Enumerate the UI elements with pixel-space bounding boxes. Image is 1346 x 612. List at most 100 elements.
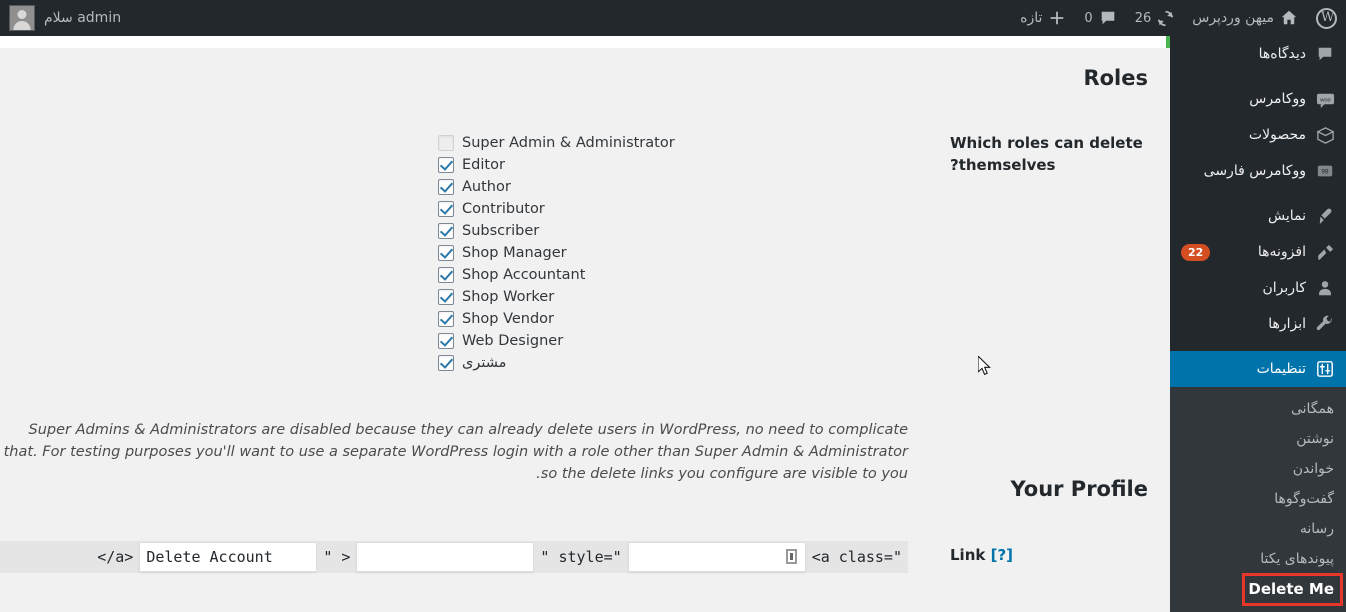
submenu-item-2[interactable]: خواندن — [1170, 454, 1346, 484]
plugins-update-badge: 22 — [1181, 243, 1211, 261]
role-row: Shop Accountant — [438, 264, 675, 286]
sidebar-item-8[interactable]: تنظیمات — [1162, 351, 1346, 387]
submenu-item-4[interactable]: رسانه — [1170, 514, 1346, 544]
updates-icon — [1157, 10, 1174, 27]
role-row: Subscriber — [438, 220, 675, 242]
help-question-icon[interactable]: [?] — [991, 546, 1013, 564]
role-row: Contributor — [438, 198, 675, 220]
sidebar-item-label: دیدگاه‌ها — [1258, 46, 1306, 62]
sidebar-item-0[interactable]: دیدگاه‌ها — [1170, 36, 1346, 72]
settings-sliders-icon — [1315, 359, 1335, 379]
role-row: Editor — [438, 154, 675, 176]
link-label-text: Link — [950, 546, 986, 564]
products-box-icon — [1315, 125, 1335, 145]
role-label: Contributor — [462, 201, 545, 217]
role-label: Web Designer — [462, 333, 564, 349]
menu-separator — [1170, 72, 1346, 81]
code-open-tag: <a class=" — [805, 541, 908, 573]
admin-bar-updates[interactable]: 26 — [1126, 0, 1184, 36]
sidebar-item-1[interactable]: woo ووکامرس — [1170, 81, 1346, 117]
role-row: Shop Vendor — [438, 308, 675, 330]
role-checkbox-1[interactable] — [438, 157, 454, 173]
link-field-label: [?] Link — [950, 544, 1148, 566]
admin-bar-wp-logo[interactable] — [1307, 0, 1346, 36]
role-label: Shop Accountant — [462, 267, 586, 283]
admin-bar-site-name[interactable]: میهن وردپرس — [1183, 0, 1307, 36]
link-class-input[interactable] — [627, 542, 806, 572]
role-checkbox-7[interactable] — [438, 289, 454, 305]
admin-menu-list: دیدگاه‌ها woo ووکامرس محصولات 99 ووکامرس فارس… — [1162, 36, 1346, 387]
role-label: Author — [462, 179, 511, 195]
sidebar-item-4[interactable]: نمایش — [1170, 198, 1346, 234]
role-checkbox-10[interactable] — [438, 355, 454, 371]
role-checkbox-5[interactable] — [438, 245, 454, 261]
appearance-brush-icon — [1315, 206, 1335, 226]
avatar-icon — [9, 5, 35, 31]
svg-text:woo: woo — [1319, 97, 1330, 103]
submenu-item-0[interactable]: همگانی — [1170, 394, 1346, 424]
updates-count: 26 — [1134, 10, 1152, 26]
site-name-label: میهن وردپرس — [1192, 10, 1274, 26]
tools-wrench-icon — [1315, 314, 1335, 334]
link-text-input[interactable] — [139, 542, 318, 572]
sidebar-item-label: ابزارها — [1268, 316, 1306, 332]
plus-icon — [1048, 9, 1066, 27]
role-row: Author — [438, 176, 675, 198]
screen-root: ●● ●●●●●●●●●● Roles Which roles can dele… — [0, 0, 1346, 612]
admin-bar-comments[interactable]: 0 — [1075, 0, 1125, 36]
comment-bubble-icon — [1315, 44, 1335, 64]
top-notice-bar: ●● ●●●●●●●●●● — [0, 36, 1170, 48]
home-icon — [1280, 9, 1298, 27]
admin-bar-new-content[interactable]: تازه — [1011, 0, 1075, 36]
admin-sidebar: دیدگاه‌ها woo ووکامرس محصولات 99 ووکامرس فارس… — [1162, 0, 1346, 612]
roles-section-title: Roles — [1083, 66, 1148, 90]
role-row: مشتری — [438, 352, 675, 374]
link-code-builder-row: <a class=" " style=" " > </a> — [0, 541, 908, 573]
roles-description-text: Super Admins & Administrators are disabl… — [3, 422, 908, 482]
comment-bubble-icon — [1099, 9, 1117, 27]
code-close-attrs: " > — [317, 541, 357, 573]
link-style-input[interactable] — [356, 542, 535, 572]
submenu-item-1[interactable]: نوشتن — [1170, 424, 1346, 454]
role-checkbox-2[interactable] — [438, 179, 454, 195]
your-profile-section-title: Your Profile — [1010, 477, 1148, 501]
role-checkbox-0 — [438, 135, 454, 151]
role-checkbox-8[interactable] — [438, 311, 454, 327]
sidebar-item-2[interactable]: محصولات — [1170, 117, 1346, 153]
role-row: Web Designer — [438, 330, 675, 352]
role-label: Shop Vendor — [462, 311, 555, 327]
role-label: Editor — [462, 157, 505, 173]
submenu-item-6[interactable]: Delete Me — [1170, 574, 1346, 604]
role-label: Super Admin & Administrator — [462, 135, 675, 151]
main-content: ●● ●●●●●●●●●● Roles Which roles can dele… — [0, 36, 1170, 612]
sidebar-item-label: افزونه‌ها — [1257, 244, 1306, 260]
wordpress-logo-icon — [1316, 7, 1337, 29]
sidebar-item-3[interactable]: 99 ووکامرس فارسی — [1170, 153, 1346, 189]
role-row: Shop Worker — [438, 286, 675, 308]
woo-icon: woo — [1315, 89, 1335, 109]
admin-bar-left-group: سلام admin — [0, 0, 130, 36]
role-row: Shop Manager — [438, 242, 675, 264]
role-checkbox-3[interactable] — [438, 201, 454, 217]
role-checkbox-4[interactable] — [438, 223, 454, 239]
code-mid-tag: " style=" — [534, 541, 628, 573]
role-label: مشتری — [462, 355, 507, 371]
roles-field-label: Which roles can delete themselves? — [950, 134, 1143, 174]
plugins-plug-icon — [1315, 242, 1335, 262]
sidebar-item-label: ووکامرس — [1249, 91, 1306, 107]
admin-bar-my-account[interactable]: سلام admin — [0, 0, 130, 36]
submenu-item-3[interactable]: گفت‌وگوها — [1170, 484, 1346, 514]
submenu-item-5[interactable]: پیوندهای یکتا — [1170, 544, 1346, 574]
sidebar-item-label: تنظیمات — [1256, 361, 1306, 377]
sidebar-item-6[interactable]: کاربران — [1170, 270, 1346, 306]
code-end-tag: </a> — [91, 541, 140, 573]
missing-glyph-icon — [785, 549, 797, 564]
settings-submenu: همگانی نوشتن خواندن گفت‌وگوها رسانه پیوندهای … — [1170, 387, 1346, 612]
role-checkbox-9[interactable] — [438, 333, 454, 349]
sidebar-item-label: محصولات — [1248, 127, 1306, 143]
woo-farsi-icon: 99 — [1315, 161, 1335, 181]
sidebar-item-5[interactable]: افزونه‌ها 22 — [1170, 234, 1346, 270]
role-checkbox-6[interactable] — [438, 267, 454, 283]
sidebar-item-7[interactable]: ابزارها — [1170, 306, 1346, 342]
admin-bar: میهن وردپرس 26 0 — [0, 0, 1346, 36]
